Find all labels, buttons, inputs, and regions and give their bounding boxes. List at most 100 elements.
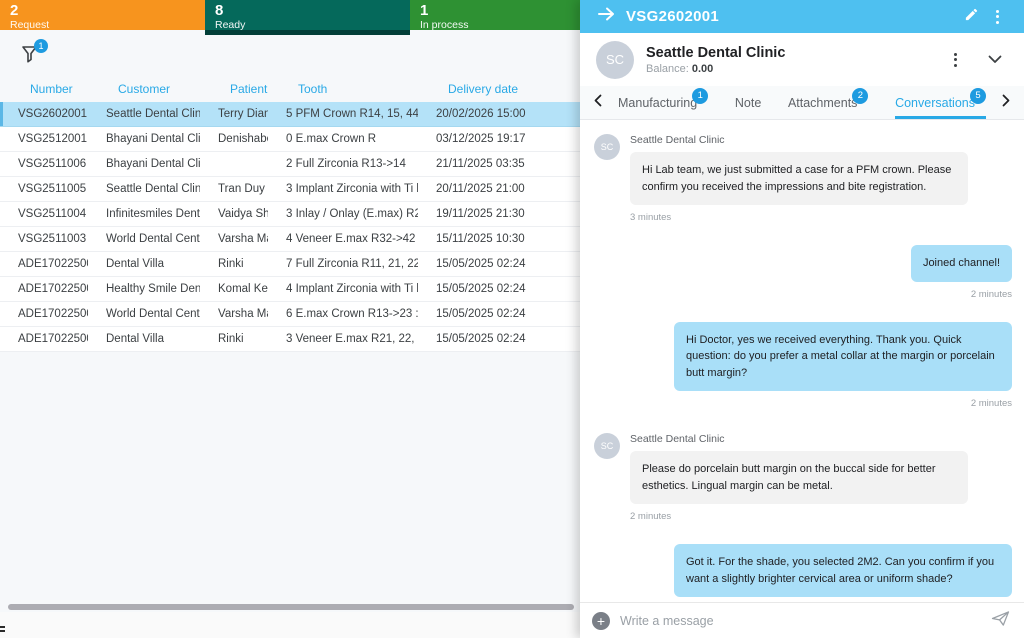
cell-tooth: 3 Veneer E.max R21, 22, 24 — [268, 333, 418, 345]
message-sender: Seattle Dental Clinic — [630, 433, 1012, 445]
cell-delivery-date: 19/11/2025 21:30 — [418, 208, 580, 220]
collapse-details-button[interactable] — [982, 47, 1008, 73]
cell-tooth: 4 Implant Zirconia with Ti b... — [268, 283, 418, 295]
message-bubble: Hi Doctor, yes we received everything. T… — [674, 322, 1012, 392]
column-header-number[interactable]: Number — [0, 82, 88, 96]
tab-item[interactable]: Conversations 5 — [895, 86, 986, 119]
cell-tooth: 4 Veneer E.max R32->42 — [268, 233, 418, 245]
cell-delivery-date: 15/05/2025 02:24 — [418, 258, 580, 270]
cell-tooth: 2 Full Zirconia R13->14 — [268, 158, 418, 170]
cell-number: VSG2511004 — [0, 208, 88, 220]
chat-panel: VSG2602001 SC Seattle Dental Clinic Bala… — [580, 0, 1024, 638]
tabs-next-button[interactable] — [994, 86, 1018, 119]
tabs-prev-button[interactable] — [586, 86, 610, 119]
cell-customer: Seattle Dental Clinic — [88, 108, 200, 120]
tab-item[interactable]: Attachments 2 — [788, 86, 868, 119]
filter-row: 1 — [0, 36, 580, 76]
tab-label: Conversations — [895, 96, 975, 110]
clinic-row: SC Seattle Dental Clinic Balance: 0.00 — [580, 33, 1024, 86]
clinic-balance: Balance: 0.00 — [646, 62, 942, 76]
cell-number: VSG2511003 — [0, 233, 88, 245]
tab-item[interactable]: Manufacturing 1 — [618, 86, 708, 119]
status-tab[interactable]: 8 Ready — [205, 0, 410, 35]
chat-header: VSG2602001 — [580, 0, 1024, 33]
cell-patient: Rinki — [200, 258, 268, 270]
message-time: 2 minutes — [594, 398, 1012, 409]
clinic-avatar: SC — [596, 41, 634, 79]
clinic-menu-button[interactable] — [942, 47, 968, 73]
kebab-icon — [996, 10, 999, 24]
message-input[interactable] — [620, 614, 988, 628]
column-header-delivery-date[interactable]: Delivery date — [418, 82, 580, 96]
tab-label: Manufacturing — [618, 96, 697, 110]
message-content: Seattle Dental Clinic Please do porcelai… — [630, 431, 1012, 522]
cell-patient: Varsha Ma... — [200, 233, 268, 245]
cell-customer: Seattle Dental Clinic — [88, 183, 200, 195]
attach-button[interactable]: + — [592, 612, 610, 630]
table-row[interactable]: ADE170225004 Dental Villa Rinki 3 Veneer… — [0, 327, 580, 352]
cell-tooth: 3 Implant Zirconia with Ti b... — [268, 183, 418, 195]
cell-customer: World Dental Center — [88, 233, 200, 245]
cell-number: VSG2511005 — [0, 183, 88, 195]
status-tab[interactable]: 2 Request — [0, 0, 205, 30]
cell-tooth: 3 Inlay / Onlay (E.max) R21... — [268, 208, 418, 220]
table-row[interactable]: VSG2511005 Seattle Dental Clinic Tran Du… — [0, 177, 580, 202]
orders-table: VSG2602001 Seattle Dental Clinic Terry D… — [0, 102, 580, 352]
filter-button[interactable]: 1 — [20, 43, 46, 69]
table-row[interactable]: VSG2511003 World Dental Center Varsha Ma… — [0, 227, 580, 252]
cell-tooth: 6 E.max Crown R13->23 :: ... — [268, 308, 418, 320]
table-row[interactable]: VSG2512001 Bhayani Dental Clinic Denisha… — [0, 127, 580, 152]
column-header-patient[interactable]: Patient — [200, 82, 268, 96]
table-row[interactable]: ADE170225007 Healthy Smile Dent... Komal… — [0, 277, 580, 302]
cell-delivery-date: 20/02/2026 15:00 — [418, 108, 580, 120]
chevron-right-icon — [1002, 94, 1010, 112]
cell-number: VSG2512001 — [0, 133, 88, 145]
arrow-right-icon — [597, 7, 615, 26]
column-header-tooth[interactable]: Tooth — [268, 82, 418, 96]
cell-number: ADE170225004 — [0, 333, 88, 345]
message: Got it. For the shade, you selected 2M2.… — [594, 544, 1012, 602]
clinic-name: Seattle Dental Clinic — [646, 44, 942, 62]
cell-patient: Rinki — [200, 333, 268, 345]
cell-customer: Bhayani Dental Clinic — [88, 133, 200, 145]
cell-customer: Healthy Smile Dent... — [88, 283, 200, 295]
clipped-element — [0, 626, 6, 636]
column-header-customer[interactable]: Customer — [88, 82, 200, 96]
message-sender: Seattle Dental Clinic — [630, 134, 1012, 146]
tab-item[interactable]: Note — [735, 86, 761, 119]
clinic-actions — [942, 47, 1008, 73]
cell-number: ADE170225008 — [0, 258, 88, 270]
table-row[interactable]: VSG2511004 Infinitesmiles Denta... Vaidy… — [0, 202, 580, 227]
cell-patient: Vaidya Shr... — [200, 208, 268, 220]
message-bubble: Got it. For the shade, you selected 2M2.… — [674, 544, 1012, 597]
cell-delivery-date: 15/05/2025 02:24 — [418, 283, 580, 295]
message-content: Seattle Dental Clinic Hi Lab team, we ju… — [630, 132, 1012, 223]
table-header-row: Number Customer Patient Tooth Delivery d… — [0, 76, 580, 102]
balance-value: 0.00 — [692, 63, 713, 75]
status-count: 2 — [10, 3, 195, 19]
kebab-icon — [954, 53, 957, 67]
table-row[interactable]: VSG2602001 Seattle Dental Clinic Terry D… — [0, 102, 580, 127]
cell-delivery-date: 21/11/2025 03:35 — [418, 158, 580, 170]
message: SC Seattle Dental Clinic Hi Lab team, we… — [594, 132, 1012, 223]
horizontal-scrollbar[interactable] — [8, 604, 574, 610]
table-row[interactable]: ADE170225005 World Dental Center Varsha … — [0, 302, 580, 327]
send-button[interactable] — [988, 609, 1012, 633]
status-count: 8 — [215, 3, 400, 19]
tab-badge: 1 — [692, 88, 708, 104]
filter-badge: 1 — [34, 39, 48, 53]
tab-badge: 2 — [852, 88, 868, 104]
chat-menu-button[interactable] — [984, 4, 1010, 30]
message-time: 2 minutes — [594, 289, 1012, 300]
status-label: Ready — [215, 19, 400, 31]
message-content: Got it. For the shade, you selected 2M2.… — [594, 544, 1012, 602]
cell-number: VSG2511006 — [0, 158, 88, 170]
message: Hi Doctor, yes we received everything. T… — [594, 322, 1012, 410]
collapse-panel-button[interactable] — [594, 5, 618, 29]
table-row[interactable]: ADE170225008 Dental Villa Rinki 7 Full Z… — [0, 252, 580, 277]
edit-order-button[interactable] — [958, 4, 984, 30]
bottom-strip — [0, 612, 580, 638]
table-row[interactable]: VSG2511006 Bhayani Dental Clinic 2 Full … — [0, 152, 580, 177]
composer: + — [580, 602, 1024, 638]
status-tab[interactable]: 1 In process — [410, 0, 580, 30]
